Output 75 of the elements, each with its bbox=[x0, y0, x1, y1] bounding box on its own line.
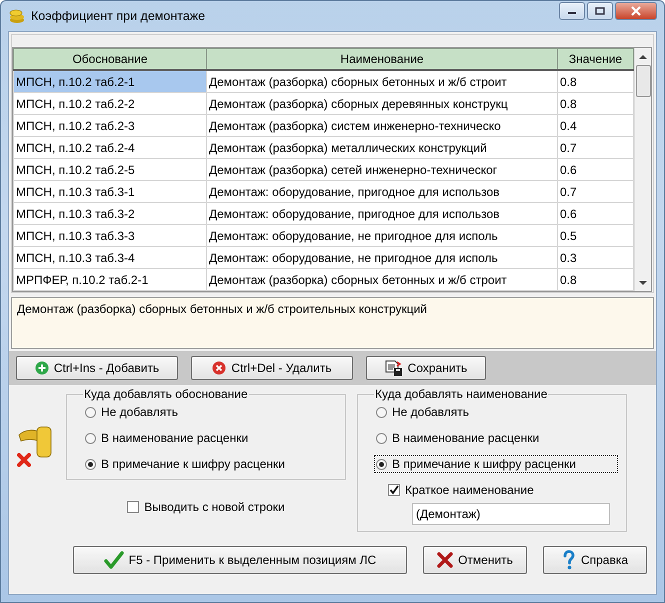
table-cell[interactable]: Демонтаж (разборка) металлических конструкций bbox=[206, 136, 558, 158]
radio-option[interactable]: В примечание к шифру расценки bbox=[83, 455, 337, 473]
radio-button[interactable] bbox=[376, 458, 387, 470]
cross-icon bbox=[437, 552, 454, 568]
radio-button[interactable] bbox=[85, 458, 96, 470]
close-button[interactable] bbox=[615, 2, 657, 20]
table-cell[interactable]: МПСН, п.10.3 таб.3-3 bbox=[14, 224, 206, 246]
delete-icon bbox=[212, 361, 226, 375]
table-cell[interactable]: Демонтаж: оборудование, пригодное для использов bbox=[206, 180, 558, 202]
group-title: Куда добавлять обоснование bbox=[83, 387, 249, 401]
checkbox-option[interactable]: Краткое наименование bbox=[386, 481, 618, 499]
radio-label: В наименование расценки bbox=[392, 431, 540, 445]
check-icon bbox=[389, 485, 399, 495]
description-field[interactable]: Демонтаж (разборка) сборных бетонных и ж/б строительных конструкций bbox=[11, 297, 654, 349]
table-cell[interactable]: МПСН, п.10.2 таб.2-4 bbox=[14, 136, 206, 158]
table-cell[interactable]: Демонтаж (разборка) сборных бетонных и ж/б строит bbox=[206, 70, 558, 92]
checkmark-icon bbox=[104, 551, 124, 569]
restore-icon bbox=[595, 7, 605, 15]
restore-button[interactable] bbox=[587, 2, 613, 20]
table-cell[interactable]: Демонтаж (разборка) сетей инженерно-техническог bbox=[206, 158, 558, 180]
checkbox-label: Выводить с новой строки bbox=[144, 500, 285, 514]
column-header[interactable]: Обоснование bbox=[14, 48, 206, 70]
radio-label: В наименование расценки bbox=[101, 431, 248, 445]
dialog-button[interactable]: Справка bbox=[543, 546, 647, 574]
radio-label: В примечание к шифру расценки bbox=[101, 457, 286, 471]
dialog-button[interactable]: F5 - Применить к выделенным позициям ЛС bbox=[73, 546, 407, 574]
scroll-thumb[interactable] bbox=[636, 65, 650, 97]
table-cell[interactable]: МРПФЕР, п.10.2 таб.2-1 bbox=[14, 268, 206, 290]
table-cell[interactable]: Демонтаж: оборудование, не пригодное для исполь bbox=[206, 246, 558, 268]
save-icon bbox=[384, 360, 403, 376]
table-cell[interactable]: Демонтаж (разборка) систем инженерно-техническо bbox=[206, 114, 558, 136]
checkbox-label: Краткое наименование bbox=[405, 483, 534, 497]
dialog-button[interactable]: Отменить bbox=[423, 546, 527, 574]
table-cell[interactable]: Демонтаж: оборудование, не пригодное для исполь bbox=[206, 224, 558, 246]
scroll-down-icon bbox=[639, 280, 647, 286]
plus-icon bbox=[34, 361, 49, 375]
help-icon bbox=[562, 550, 576, 570]
radio-button[interactable] bbox=[85, 432, 96, 444]
radio-button[interactable] bbox=[85, 406, 96, 418]
coins-icon bbox=[8, 8, 26, 24]
radio-label: Не добавлять bbox=[101, 405, 178, 419]
window-title: Коэффициент при демонтаже bbox=[31, 9, 206, 23]
table-cell[interactable]: Демонтаж (разборка) сборных бетонных и ж/б строит bbox=[206, 268, 558, 290]
toolbar-button[interactable]: Сохранить bbox=[366, 356, 486, 380]
checkbox-option[interactable]: Выводить с новой строки bbox=[125, 498, 287, 516]
column-header[interactable]: Значение bbox=[558, 48, 634, 70]
radio-button[interactable] bbox=[376, 406, 387, 418]
table-cell[interactable]: МПСН, п.10.2 таб.2-5 bbox=[14, 158, 206, 180]
table-cell[interactable]: МПСН, п.10.2 таб.2-1 bbox=[14, 70, 206, 92]
radio-label: В примечание к шифру расценки bbox=[392, 457, 576, 471]
table-cell[interactable]: МПСН, п.10.3 таб.3-2 bbox=[14, 202, 206, 224]
radio-button[interactable] bbox=[376, 432, 387, 444]
scroll-up-icon bbox=[639, 54, 647, 58]
table-cell[interactable]: МПСН, п.10.3 таб.3-4 bbox=[14, 246, 206, 268]
minimize-button[interactable] bbox=[559, 2, 585, 20]
radio-option[interactable]: В наименование расценки bbox=[83, 429, 337, 447]
table-cell[interactable]: Демонтаж: оборудование, пригодное для использов bbox=[206, 202, 558, 224]
table-cell[interactable]: МПСН, п.10.2 таб.2-3 bbox=[14, 114, 206, 136]
checkbox[interactable] bbox=[127, 501, 140, 513]
table-cell[interactable]: МПСН, п.10.3 таб.3-1 bbox=[14, 180, 206, 202]
short-name-field[interactable]: (Демонтаж) bbox=[412, 503, 610, 525]
table-cell[interactable]: МПСН, п.10.2 таб.2-2 bbox=[14, 92, 206, 114]
radio-option[interactable]: Не добавлять bbox=[374, 403, 618, 421]
toolbar-button[interactable]: Ctrl+Ins - Добавить bbox=[16, 356, 178, 380]
checkbox[interactable] bbox=[388, 484, 400, 496]
scrollbar[interactable] bbox=[634, 48, 651, 291]
radio-option[interactable]: В наименование расценки bbox=[374, 429, 618, 447]
radio-option[interactable]: Не добавлять bbox=[83, 403, 337, 421]
radio-option[interactable]: В примечание к шифру расценки bbox=[374, 455, 618, 473]
close-icon bbox=[630, 6, 642, 16]
column-header[interactable]: Наименование bbox=[206, 48, 558, 70]
group-title: Куда добавлять наименование bbox=[374, 387, 548, 401]
toolbar-button[interactable]: Ctrl+Del - Удалить bbox=[191, 356, 353, 380]
radio-label: Не добавлять bbox=[392, 405, 469, 419]
table-cell[interactable]: Демонтаж (разборка) сборных деревянных конструкц bbox=[206, 92, 558, 114]
